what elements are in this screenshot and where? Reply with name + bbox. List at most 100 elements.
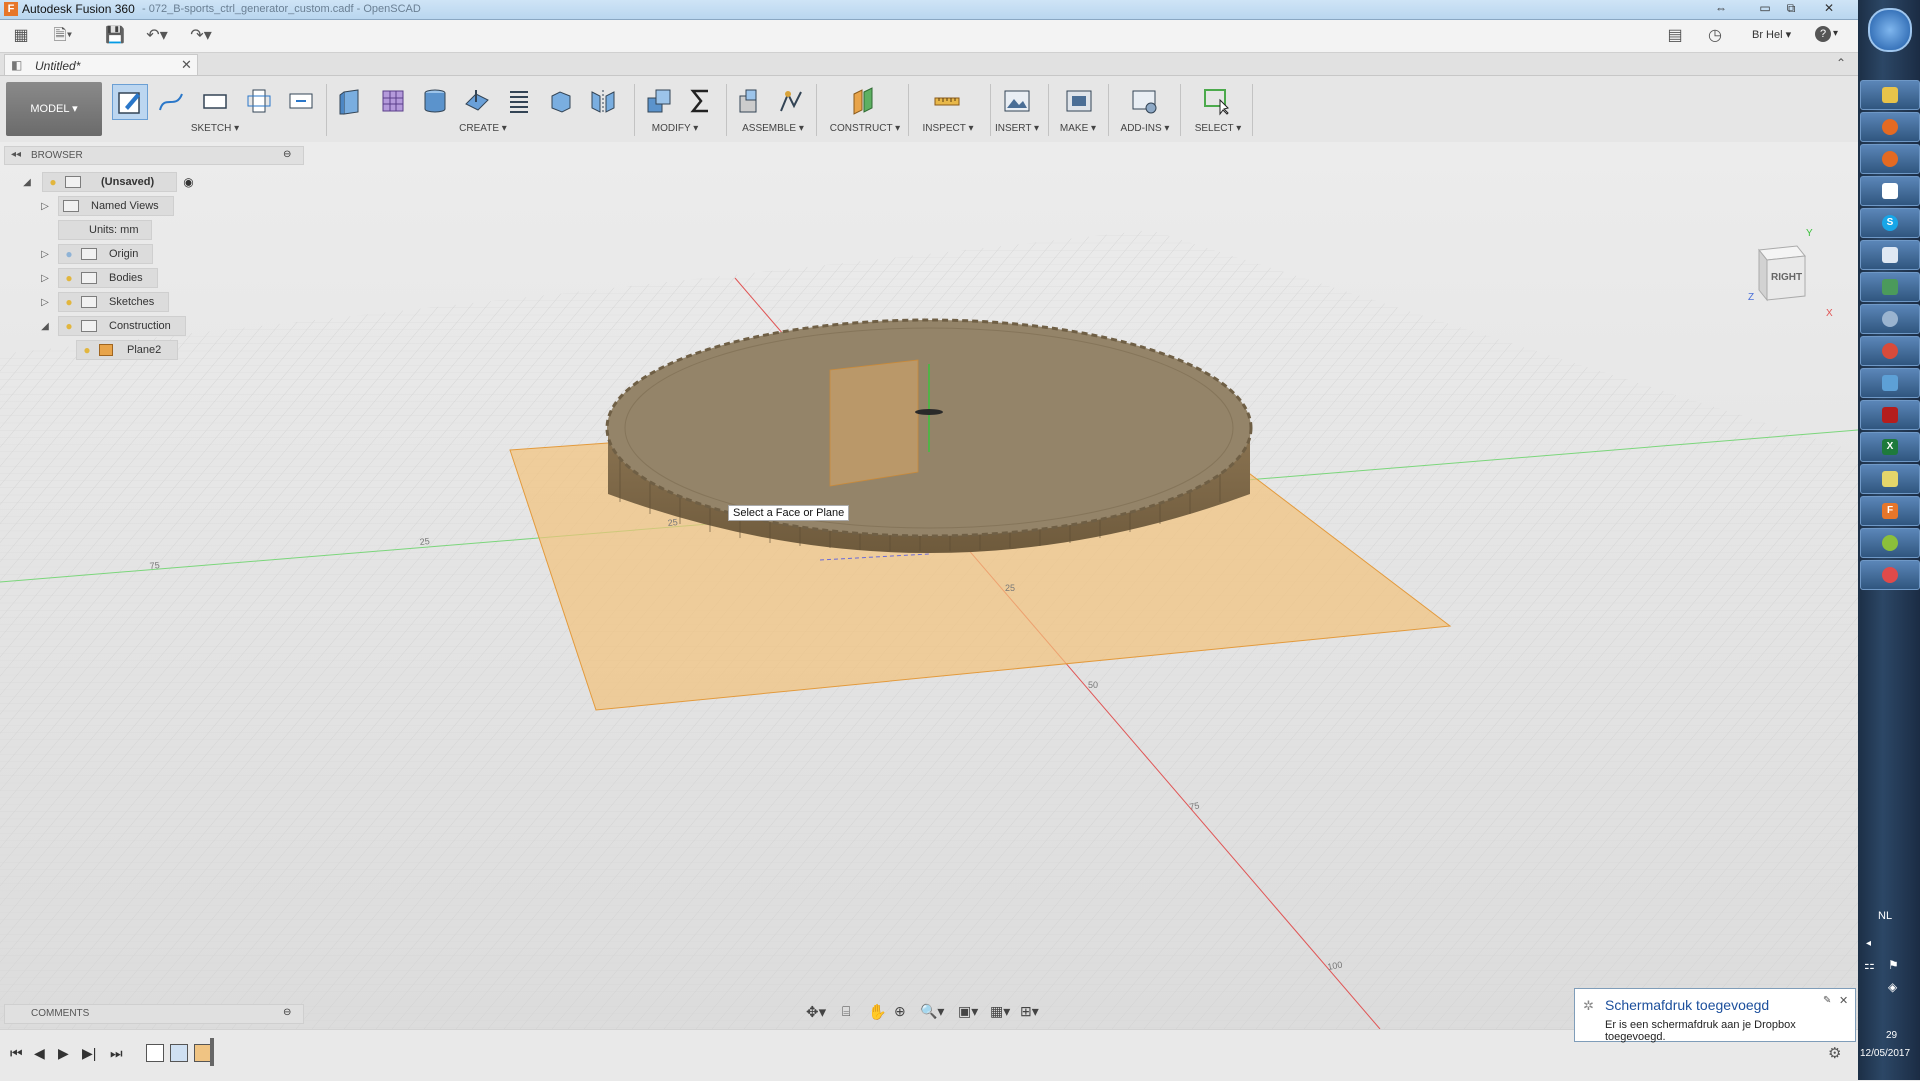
visibility-bulb-icon[interactable]: ●	[63, 271, 75, 285]
timeline-marker[interactable]	[210, 1038, 214, 1066]
taskbar-remote[interactable]	[1860, 272, 1920, 302]
save-icon[interactable]: 💾	[104, 26, 126, 46]
collapsed-triangle-icon[interactable]: ▷	[38, 201, 52, 212]
start-orb-icon[interactable]	[1868, 8, 1912, 52]
visibility-bulb-icon[interactable]: ●	[47, 175, 59, 189]
taskbar-app[interactable]	[1860, 176, 1920, 206]
maximize-button[interactable]: ⧉	[1778, 1, 1804, 16]
timeline-sketch-icon[interactable]	[146, 1044, 164, 1062]
construct-menu[interactable]: CONSTRUCT ▾	[826, 123, 904, 134]
user-menu[interactable]: Br Hel ▾	[1752, 28, 1791, 41]
tab-untitled[interactable]: ◧ Untitled* ✕	[4, 54, 198, 75]
select-menu[interactable]: SELECT ▾	[1188, 123, 1248, 134]
tree-item-plane2[interactable]: ● Plane2	[76, 340, 194, 360]
create-menu[interactable]: CREATE ▾	[448, 123, 518, 134]
offset-plane-icon[interactable]	[846, 84, 880, 118]
3d-viewport[interactable]: 75 25 25 25 50 75 100 Select a Face or P…	[0, 142, 1858, 1029]
3d-print-icon[interactable]	[1062, 84, 1096, 118]
view-cube[interactable]: RIGHT	[1745, 222, 1809, 306]
clock-time[interactable]: 29	[1886, 1030, 1897, 1041]
history-clock-icon[interactable]: ◷	[1704, 26, 1726, 46]
add-ins-menu[interactable]: ADD-INS ▾	[1114, 123, 1176, 134]
collapsed-triangle-icon[interactable]: ▷	[38, 273, 52, 284]
app-grid-icon[interactable]: ▦	[10, 26, 32, 46]
collapse-browser-icon[interactable]: ◂◂	[11, 149, 21, 160]
taskbar-browser[interactable]	[1860, 304, 1920, 334]
create-sketch-icon[interactable]	[112, 84, 148, 120]
workspace-switcher[interactable]: MODEL ▾	[6, 82, 102, 136]
taskbar-notes[interactable]	[1860, 464, 1920, 494]
timeline-settings-gear-icon[interactable]: ⚙	[1828, 1044, 1841, 1062]
orbit-icon[interactable]: ✥▾	[806, 1003, 826, 1021]
zoom-icon[interactable]: ⊕	[894, 1003, 906, 1020]
hidden-bulb-icon[interactable]: ●	[63, 247, 75, 261]
mirror-icon[interactable]	[586, 84, 620, 118]
revolve-icon[interactable]	[544, 84, 578, 118]
grid-settings-icon[interactable]: ▦▾	[990, 1003, 1010, 1020]
visibility-bulb-icon[interactable]: ●	[63, 295, 75, 309]
last-step-icon[interactable]: ⏭	[110, 1045, 123, 1062]
visibility-bulb-icon[interactable]: ●	[63, 319, 75, 333]
new-component-icon[interactable]	[732, 84, 766, 118]
tree-item-origin[interactable]: ▷ ● Origin	[38, 244, 194, 264]
undo-icon[interactable]: ↶▾	[146, 26, 168, 46]
next-step-icon[interactable]: ▶|	[82, 1045, 96, 1062]
extrude-icon[interactable]	[334, 84, 368, 118]
play-icon[interactable]: ▶	[58, 1045, 69, 1062]
tree-root-row[interactable]: ◢ ● (Unsaved) ◉	[20, 172, 194, 192]
stop-sketch-icon[interactable]	[284, 84, 318, 118]
taskbar-app-3[interactable]	[1860, 560, 1920, 590]
assemble-menu[interactable]: ASSEMBLE ▾	[734, 123, 812, 134]
expanded-triangle-icon[interactable]: ◢	[38, 321, 52, 332]
press-pull-icon[interactable]	[642, 84, 676, 118]
job-status-icon[interactable]: ▤	[1664, 26, 1686, 46]
tray-flag-icon[interactable]: ⚑	[1888, 958, 1899, 972]
cylinder-icon[interactable]	[418, 84, 452, 118]
redo-icon[interactable]: ↷▾	[190, 26, 212, 46]
sketch-menu[interactable]: SKETCH ▾	[180, 123, 250, 134]
rectangle-icon[interactable]	[198, 84, 232, 118]
inspect-menu[interactable]: INSPECT ▾	[916, 123, 980, 134]
taskbar-keepass[interactable]	[1860, 240, 1920, 270]
first-step-icon[interactable]: ⏮	[10, 1045, 23, 1062]
taskbar-fusion[interactable]: F	[1860, 496, 1920, 526]
activate-radio-icon[interactable]: ◉	[183, 175, 193, 189]
restore-nav-icon[interactable]: ⇔	[1708, 1, 1734, 16]
tray-expand-icon[interactable]: ◂	[1866, 938, 1871, 949]
pin-notification-icon[interactable]: ✎	[1823, 995, 1831, 1006]
insert-menu[interactable]: INSERT ▾	[990, 123, 1044, 134]
parameters-sigma-icon[interactable]	[684, 84, 718, 118]
collapsed-triangle-icon[interactable]: ▷	[38, 297, 52, 308]
dropbox-notification[interactable]: ✲ Schermafdruk toegevoegd Er is een sche…	[1574, 988, 1856, 1043]
tree-item-sketches[interactable]: ▷ ● Sketches	[38, 292, 194, 312]
display-settings-icon[interactable]: ▣▾	[958, 1003, 978, 1020]
taskbar-excel[interactable]: X	[1860, 432, 1920, 462]
close-window-button[interactable]: ✕	[1816, 1, 1842, 16]
previous-step-icon[interactable]: ◀	[34, 1045, 45, 1062]
fit-zoom-icon[interactable]: 🔍▾	[920, 1003, 944, 1020]
collapse-toolbar-icon[interactable]: ⌃	[1836, 56, 1846, 70]
collapsed-triangle-icon[interactable]: ▷	[38, 249, 52, 260]
form-icon[interactable]	[376, 84, 410, 118]
tree-item-bodies[interactable]: ▷ ● Bodies	[38, 268, 194, 288]
taskbar-skype[interactable]: S	[1860, 208, 1920, 238]
taskbar-acrobat[interactable]	[1860, 400, 1920, 430]
taskbar-explorer[interactable]	[1860, 80, 1920, 110]
taskbar-network[interactable]	[1860, 368, 1920, 398]
sketch-dimension-icon[interactable]	[242, 84, 276, 118]
taskbar-firefox-2[interactable]	[1860, 144, 1920, 174]
insert-image-icon[interactable]	[1000, 84, 1034, 118]
viewports-icon[interactable]: ⊞▾	[1020, 1003, 1039, 1020]
modify-menu[interactable]: MODIFY ▾	[640, 123, 710, 134]
help-icon[interactable]: ?	[1815, 26, 1831, 42]
tray-network-icon[interactable]: ⚏	[1864, 958, 1875, 972]
pan-hand-icon[interactable]: ✋	[868, 1003, 887, 1021]
tree-item-construction[interactable]: ◢ ● Construction	[38, 316, 194, 336]
comments-panel-header[interactable]: COMMENTS ⊖	[4, 1004, 304, 1024]
joint-icon[interactable]	[774, 84, 808, 118]
browser-pin-icon[interactable]: ⊖	[283, 149, 291, 160]
close-notification-icon[interactable]: ✕	[1839, 994, 1848, 1007]
coil-icon[interactable]	[502, 84, 536, 118]
taskbar-app-2[interactable]	[1860, 528, 1920, 558]
taskbar-chrome[interactable]	[1860, 336, 1920, 366]
